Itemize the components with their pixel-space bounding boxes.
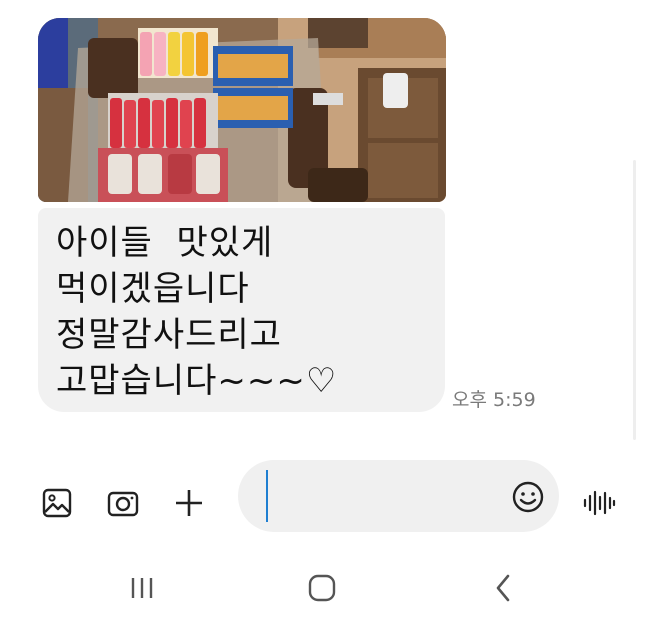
attach-button[interactable]	[170, 484, 208, 522]
back-icon	[496, 574, 510, 602]
camera-button[interactable]	[104, 484, 142, 522]
scrollbar[interactable]	[633, 160, 636, 440]
recent-apps-button[interactable]	[120, 568, 164, 608]
emoji-button[interactable]	[511, 480, 545, 514]
message-line-4: 고맙습니다~~~♡	[56, 361, 338, 401]
camera-icon	[107, 491, 139, 517]
gallery-icon	[42, 488, 72, 518]
message-input[interactable]	[238, 460, 559, 532]
text-caret	[266, 470, 268, 522]
emoji-icon	[512, 481, 544, 513]
message-line-2: 먹이겠읍니다	[56, 269, 250, 309]
message-line-1: 아이들 맛있게	[56, 223, 274, 263]
voice-record-button[interactable]	[580, 484, 618, 522]
message-line-3: 정말감사드리고	[56, 315, 282, 355]
voice-record-icon	[583, 490, 616, 516]
recent-apps-icon	[131, 578, 153, 598]
back-button[interactable]	[482, 568, 526, 608]
photo-image	[38, 18, 446, 202]
photo-message[interactable]	[38, 18, 446, 202]
gallery-button[interactable]	[38, 484, 76, 522]
message-bubble[interactable]: 아이들 맛있게 먹이겠읍니다 정말감사드리고 고맙습니다~~~♡	[38, 208, 445, 412]
home-icon	[308, 574, 336, 602]
home-button[interactable]	[300, 568, 344, 608]
plus-icon	[176, 490, 202, 516]
message-timestamp: 오후 5:59	[452, 389, 536, 411]
chat-screen: 아이들 맛있게 먹이겠읍니다 정말감사드리고 고맙습니다~~~♡ 오후 5:59	[0, 0, 648, 624]
